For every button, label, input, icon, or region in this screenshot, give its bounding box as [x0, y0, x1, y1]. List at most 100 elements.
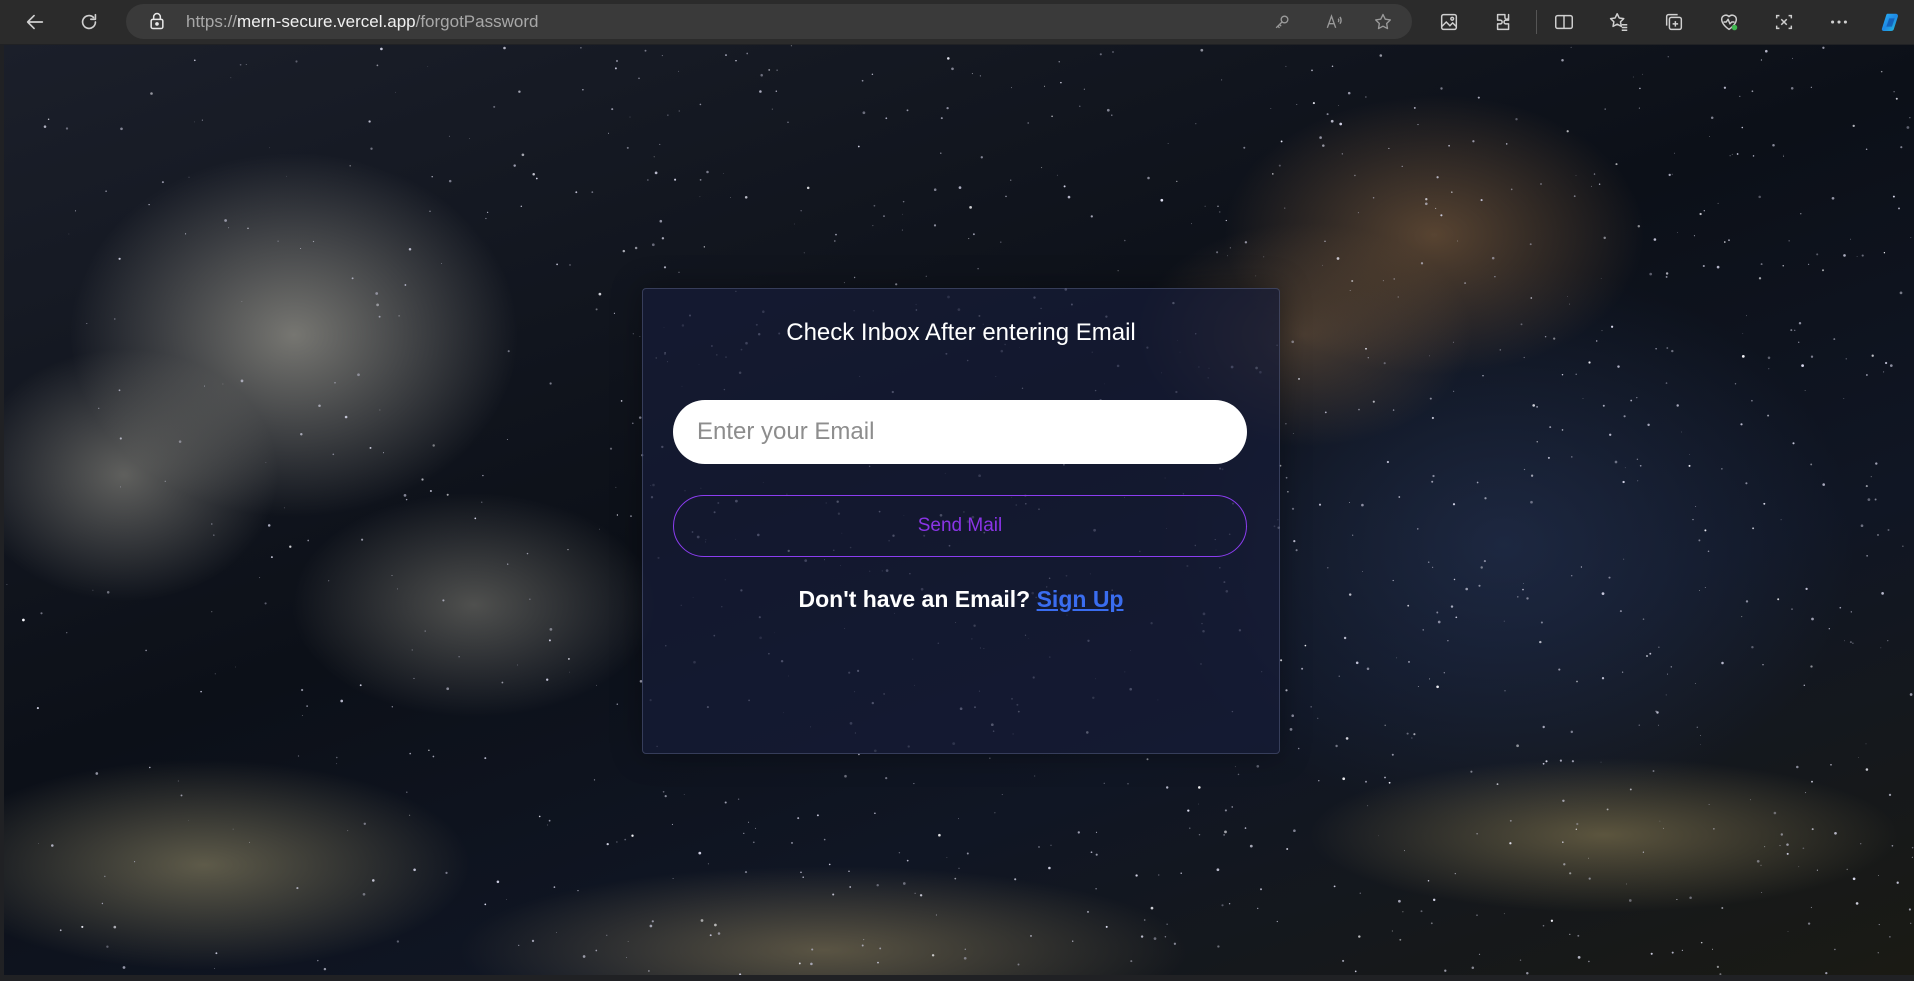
- star: [606, 842, 609, 846]
- star: [1297, 747, 1300, 750]
- star: [1223, 834, 1225, 836]
- key-icon[interactable]: [1270, 10, 1294, 34]
- star: [1636, 396, 1638, 399]
- star: [790, 45, 792, 47]
- star: [1609, 433, 1612, 436]
- star: [40, 612, 43, 615]
- star: [1372, 197, 1375, 199]
- lock-icon[interactable]: [147, 11, 167, 31]
- image-icon[interactable]: [1433, 6, 1465, 38]
- star: [1417, 124, 1419, 126]
- star: [503, 46, 506, 50]
- star: [193, 59, 196, 62]
- collections-icon[interactable]: [1658, 6, 1690, 38]
- star: [1451, 191, 1453, 193]
- star: [1522, 588, 1524, 591]
- star: [1520, 323, 1523, 326]
- star: [1639, 464, 1642, 467]
- star: [1767, 356, 1771, 360]
- star: [1515, 118, 1518, 121]
- back-icon[interactable]: [19, 6, 51, 38]
- star: [1519, 959, 1522, 961]
- star: [1319, 136, 1322, 139]
- star: [1689, 454, 1690, 455]
- star: [575, 191, 578, 194]
- star: [1452, 503, 1456, 506]
- star: [1692, 518, 1694, 521]
- star: [336, 763, 338, 765]
- star: [1716, 265, 1720, 269]
- star: [1383, 362, 1386, 365]
- star: [1881, 592, 1884, 595]
- send-mail-button[interactable]: Send Mail: [673, 495, 1247, 557]
- star: [239, 63, 242, 66]
- star: [446, 687, 450, 691]
- star: [1526, 597, 1529, 600]
- refresh-icon[interactable]: [73, 6, 105, 38]
- star: [958, 818, 959, 820]
- star: [1339, 122, 1343, 126]
- star: [1224, 809, 1227, 812]
- star: [1801, 364, 1804, 367]
- extensions-icon[interactable]: [1488, 6, 1520, 38]
- address-bar[interactable]: https://mern-secure.vercel.app/forgotPas…: [126, 4, 1412, 39]
- star: [1140, 935, 1144, 938]
- star: [1060, 81, 1062, 84]
- star: [1354, 174, 1356, 177]
- star: [1010, 179, 1012, 181]
- star: [1542, 725, 1545, 729]
- star: [520, 205, 523, 208]
- star: [958, 867, 960, 869]
- signup-link[interactable]: Sign Up: [1037, 586, 1124, 612]
- url-text[interactable]: https://mern-secure.vercel.app/forgotPas…: [186, 4, 538, 39]
- star: [885, 117, 888, 120]
- star: [659, 143, 661, 145]
- email-input[interactable]: [673, 400, 1247, 464]
- star: [296, 887, 299, 890]
- star: [1295, 549, 1298, 552]
- star: [1703, 209, 1706, 212]
- star: [1870, 476, 1872, 478]
- star: [1285, 689, 1288, 692]
- star: [264, 602, 267, 605]
- favorite-star-icon[interactable]: [1371, 10, 1395, 34]
- screenshot-icon[interactable]: [1768, 6, 1800, 38]
- star: [1898, 207, 1900, 210]
- split-screen-icon[interactable]: [1548, 6, 1580, 38]
- star: [933, 224, 937, 227]
- star: [861, 79, 864, 82]
- performance-icon[interactable]: [1713, 6, 1745, 38]
- star: [853, 276, 856, 279]
- star: [51, 844, 54, 847]
- star: [1539, 640, 1542, 644]
- star: [380, 47, 383, 51]
- star: [954, 877, 957, 880]
- star: [1176, 180, 1178, 183]
- favorites-icon[interactable]: [1603, 6, 1635, 38]
- star: [1792, 57, 1793, 59]
- read-aloud-icon[interactable]: [1322, 10, 1346, 34]
- star: [1741, 616, 1743, 618]
- star: [925, 275, 927, 277]
- star: [1681, 949, 1684, 952]
- star: [1702, 264, 1705, 268]
- star: [268, 147, 270, 149]
- star: [662, 790, 665, 793]
- star: [1530, 500, 1533, 504]
- star: [1432, 474, 1435, 478]
- star: [1420, 910, 1423, 913]
- star: [1429, 397, 1432, 400]
- star: [1425, 198, 1428, 201]
- star: [429, 210, 431, 212]
- star: [1227, 255, 1229, 257]
- star: [1787, 931, 1789, 932]
- star: [1911, 846, 1914, 849]
- star: [286, 175, 287, 177]
- copilot-icon[interactable]: [1875, 6, 1907, 38]
- star: [232, 828, 234, 830]
- more-icon[interactable]: [1823, 6, 1855, 38]
- star: [1480, 566, 1483, 569]
- star: [1902, 545, 1904, 547]
- star: [1471, 966, 1475, 969]
- star: [1711, 948, 1714, 950]
